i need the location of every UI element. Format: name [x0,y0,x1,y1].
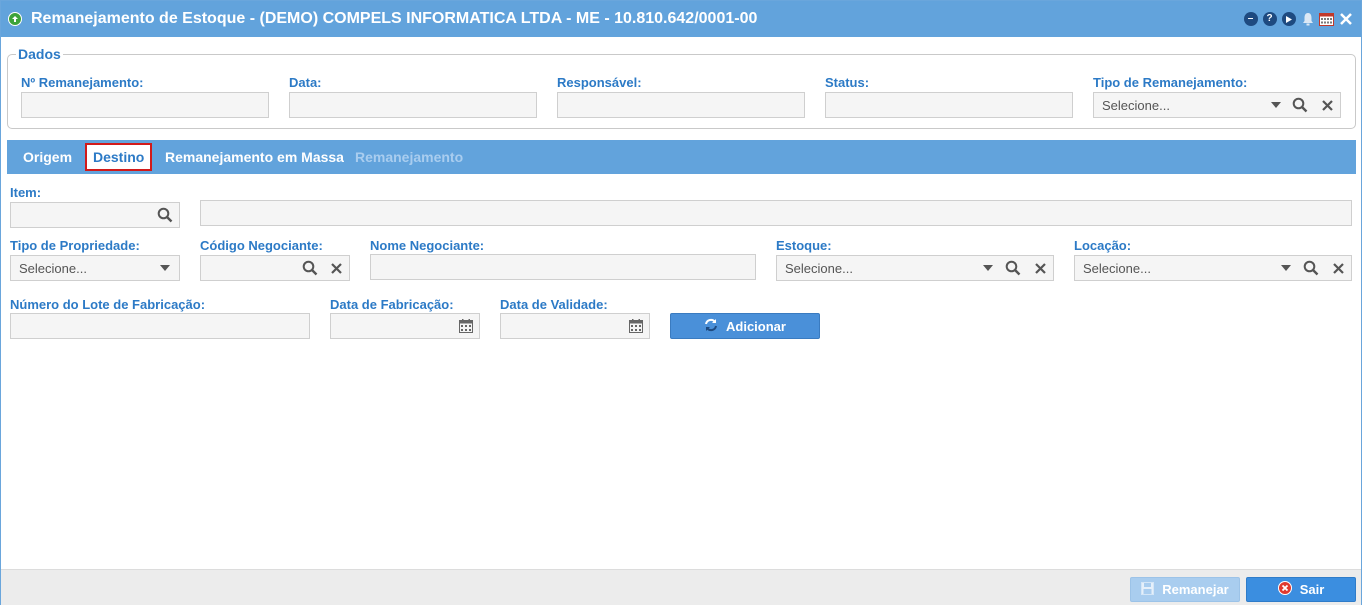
chevron-down-icon[interactable] [1278,260,1294,276]
tipo-propriedade-label: Tipo de Propriedade: [10,238,140,253]
chevron-down-icon[interactable] [157,260,173,276]
item-code-input[interactable] [10,202,180,228]
status-input[interactable] [825,92,1073,118]
tipo-propriedade-select[interactable]: Selecione... [10,255,180,281]
locacao-label: Locação: [1074,238,1132,253]
data-input[interactable] [289,92,537,118]
remanejar-label: Remanejar [1162,582,1229,597]
refresh-icon [704,318,718,335]
data-label: Data: [289,75,322,90]
numero-lote-label: Número do Lote de Fabricação: [10,297,206,312]
estoque-placeholder: Selecione... [785,261,853,276]
close-icon[interactable] [1338,12,1353,27]
help-icon[interactable]: ? [1262,12,1277,27]
nome-negociante-input[interactable] [370,254,756,280]
locacao-placeholder: Selecione... [1083,261,1151,276]
clear-icon[interactable] [1319,97,1335,113]
dados-legend: Dados [18,46,61,62]
clear-icon[interactable] [1330,260,1346,276]
tab-bar: Origem Destino Remanejamento em Massa Re… [7,140,1356,174]
remanejar-button: Remanejar [1130,577,1240,602]
tab-origem[interactable]: Origem [23,140,72,174]
window-controls: – ? [1243,11,1353,27]
locacao-select[interactable]: Selecione... [1074,255,1352,281]
title-bar: Remanejamento de Estoque - (DEMO) COMPEL… [1,1,1361,37]
numero-lote-input[interactable] [10,313,310,339]
bell-icon[interactable] [1300,12,1315,27]
chevron-down-icon[interactable] [980,260,996,276]
item-description-input[interactable] [200,200,1352,226]
tipo-remanejamento-label: Tipo de Remanejamento: [1093,75,1248,90]
nome-negociante-label: Nome Negociante: [370,238,485,253]
app-status-icon [8,12,22,26]
search-icon[interactable] [1005,260,1021,276]
responsavel-input[interactable] [557,92,805,118]
tab-remanejamento-em-massa[interactable]: Remanejamento em Massa [165,140,344,174]
tipo-remanejamento-placeholder: Selecione... [1102,98,1170,113]
remanejamento-window: Remanejamento de Estoque - (DEMO) COMPEL… [0,0,1362,605]
data-validade-input[interactable] [500,313,650,339]
adicionar-label: Adicionar [726,318,786,334]
estoque-select[interactable]: Selecione... [776,255,1054,281]
tab-remanejamento: Remanejamento [355,149,464,165]
search-icon[interactable] [1303,260,1319,276]
minimize-icon[interactable]: – [1243,12,1258,27]
clear-icon[interactable] [1032,260,1048,276]
calendar-icon[interactable] [458,318,474,334]
data-fabricacao-input[interactable] [330,313,480,339]
sair-button[interactable]: Sair [1246,577,1356,602]
responsavel-label: Responsável: [557,75,642,90]
data-fabricacao-label: Data de Fabricação: [330,297,454,312]
adicionar-button[interactable]: Adicionar [670,313,820,339]
window-title: Remanejamento de Estoque - (DEMO) COMPEL… [31,10,758,27]
calendar-icon[interactable] [1319,12,1334,27]
tipo-remanejamento-select[interactable]: Selecione... [1093,92,1341,118]
search-icon[interactable] [157,207,173,223]
search-icon[interactable] [302,260,318,276]
status-label: Status: [825,75,870,90]
calendar-icon[interactable] [628,318,644,334]
numero-remanejamento-label: Nº Remanejamento: [21,75,144,90]
clear-icon[interactable] [328,260,344,276]
tab-destino[interactable]: Destino [85,143,153,171]
chevron-down-icon[interactable] [1268,97,1284,113]
search-icon[interactable] [1292,97,1308,113]
sair-label: Sair [1299,582,1325,597]
save-icon [1141,581,1155,598]
codigo-negociante-label: Código Negociante: [200,238,323,253]
estoque-label: Estoque: [776,238,832,253]
footer-bar: Remanejar Sair [1,569,1361,605]
codigo-negociante-input[interactable] [200,255,350,281]
close-circle-icon [1277,581,1292,598]
tipo-propriedade-placeholder: Selecione... [19,261,87,276]
numero-remanejamento-input[interactable] [21,92,269,118]
data-validade-label: Data de Validade: [500,297,608,312]
play-icon[interactable] [1281,12,1296,27]
item-label: Item: [10,185,42,200]
